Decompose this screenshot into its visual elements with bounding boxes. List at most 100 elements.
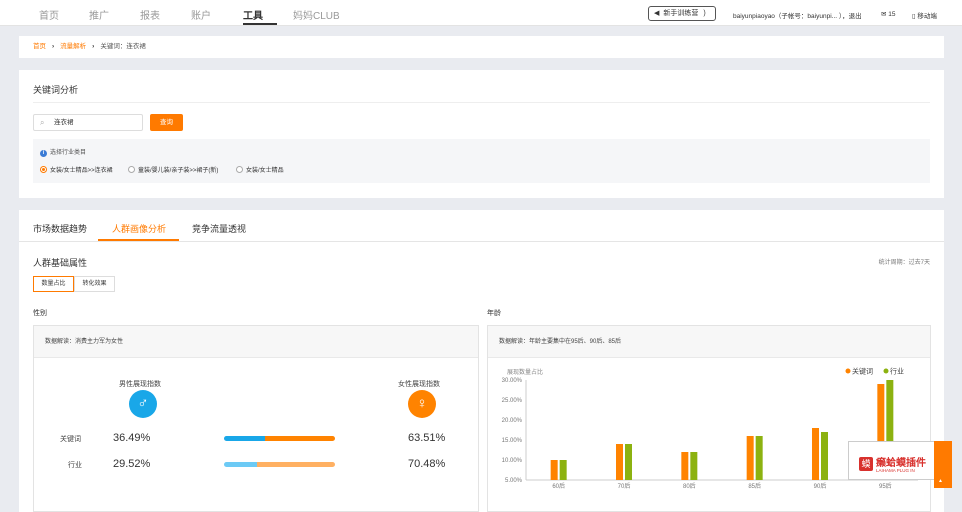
keyword-panel: 关键词分析 ⌕ 连衣裙 查询 i 选择行业类目 女装/女士精品>>连衣裙 童装/婴儿… [19,70,944,198]
gender-bar-industry [224,462,335,467]
male-share-fill [224,436,265,441]
breadcrumb: 首页 › 流量解析 › 关键词：连衣裙 [19,36,944,58]
gender-bar-keyword [224,436,335,441]
category-option-label: 女装/女士精品 [246,168,284,174]
female-share-fill [264,436,335,441]
legend-dot [845,368,851,374]
stat-period: 统计周期：过去7天 [878,260,930,266]
keyword-search-input[interactable]: ⌕ 连衣裙 [33,114,143,131]
category-option-womens[interactable]: 女装/女士精品 [236,165,284,174]
legend-label: 行业 [890,367,904,376]
category-option-dress[interactable]: 女装/女士精品>>连衣裙 [40,165,113,174]
nav-active-indicator [243,23,277,25]
radio-icon [128,166,135,173]
chevron-right-icon: ) [703,10,706,17]
chevron-right-icon: › [52,43,55,50]
tab-competition-traffic[interactable]: 竞争流量透视 [192,222,246,235]
male-pct-industry: 29.52% [113,458,151,470]
send-icon: ◀ [654,10,660,17]
y-tick-label: 25.00% [502,398,523,404]
age-note: 数据解读：年龄主要集中在95后、90后、85后 [488,326,930,358]
keyword-panel-title: 关键词分析 [33,85,79,95]
phone-icon: ▯ [912,13,916,20]
bar-keyword [746,436,754,480]
messages-count: 15 [888,11,896,18]
category-selector: i 选择行业类目 女装/女士精品>>连衣裙 童装/婴儿装/亲子装>>裙子(新) 女… [33,139,930,183]
plugin-widget[interactable]: 蟆 癞蛤蟆插件 LAIHAMA PLUG IN ⧉ [848,441,948,480]
keyword-search-value: 连衣裙 [54,119,74,126]
plugin-subtitle: LAIHAMA PLUG IN [876,468,915,473]
bar-keyword [616,444,623,480]
tab-crowd-portrait[interactable]: 人群画像分析 [112,222,166,235]
male-icon: ♂ [129,390,157,418]
mail-icon: ✉ [881,11,887,18]
female-pct-industry: 70.48% [408,458,446,470]
plugin-name: 癞蛤蟆插件 [876,458,926,469]
bar-industry [755,436,763,480]
male-pct-keyword: 36.49% [113,432,151,444]
x-tick-label: 90后 [814,482,827,490]
age-chart: 展现数量占比 30.00% 25.00% 20.00% 15.00% 10.00% 5.00… [502,367,918,490]
tab-market-trend[interactable]: 市场数据趋势 [33,222,87,235]
row-label-keyword: 关键词 [60,436,81,443]
search-icon: ⌕ [40,118,45,127]
nav-promote[interactable]: 推广 [89,7,109,22]
breadcrumb-current: 关键词：连衣裙 [100,43,146,50]
bar-keyword [681,452,689,480]
female-pct-keyword: 63.51% [408,432,446,444]
train-camp-label: 新手训练营 [663,10,699,17]
radio-icon [236,166,243,173]
female-icon: ♀ [408,390,436,418]
train-camp-button[interactable]: ◀ 新手训练营) [648,6,716,21]
y-tick-label: 30.00% [502,378,523,384]
category-label-row: i 选择行业类目 [40,147,86,157]
gender-box: 数据解读：消费主力军为女性 男性展现指数 ♂ 女性展现指数 ♀ 关键词 36.4… [33,325,479,512]
segment-quantity-share[interactable]: 数量占比 [33,276,74,292]
side-feedback-button[interactable]: ▲ [934,441,952,488]
bar-industry [690,452,698,480]
y-tick-label: 15.00% [502,438,523,444]
section-title: 人群基础属性 [33,258,88,268]
y-tick-label: 5.00% [505,478,523,484]
mobile-link[interactable]: ▯ 移动端 [912,10,937,20]
x-tick-label: 70后 [618,482,631,490]
category-option-label: 童装/婴儿装/亲子装>>裙子(新) [138,168,219,174]
nav-mama-club[interactable]: 妈妈CLUB [293,7,340,22]
category-option-label: 女装/女士精品>>连衣裙 [50,168,113,174]
male-share-fill [224,462,257,467]
bar-industry [625,444,632,480]
row-label-industry: 行业 [68,462,82,469]
age-box: 数据解读：年龄主要集中在95后、90后、85后 展现数量占比 30.00% 25.0… [487,325,931,512]
age-title: 年龄 [487,310,501,317]
female-share-fill [256,462,335,467]
category-option-kids-skirt[interactable]: 童装/婴儿装/亲子装>>裙子(新) [128,165,218,174]
nav-account[interactable]: 账户 [191,7,211,22]
y-axis-label: 展现数量占比 [507,368,543,376]
tab-active-indicator [98,239,179,241]
chevron-right-icon: › [92,43,95,50]
gender-note: 数据解读：消费主力军为女性 [34,326,478,358]
nav-tools[interactable]: 工具 [243,7,263,22]
tab-divider [19,241,944,242]
x-tick-label: 80后 [683,482,696,490]
breadcrumb-traffic[interactable]: 流量解析 [60,43,86,50]
x-tick-label: 95后 [879,482,892,490]
breadcrumb-home[interactable]: 首页 [33,43,46,50]
user-info[interactable]: baiyunpiaoyao（子帐号：baiyunpi... ），退出 [733,10,862,20]
messages-link[interactable]: ✉ 15 [881,10,896,18]
toad-logo: 蟆 [859,457,873,471]
analysis-panel: 市场数据趋势 人群画像分析 竞争流量透视 人群基础属性 统计周期：过去7天 数量… [19,210,944,512]
x-tick-label: 60后 [552,482,565,490]
mobile-label: 移动端 [917,13,937,20]
divider [33,102,930,103]
side-button-mark: ▲ [938,478,943,484]
query-button[interactable]: 查询 [150,114,183,131]
nav-home[interactable]: 首页 [39,7,59,22]
nav-reports[interactable]: 报表 [140,7,160,22]
radio-selected-icon [40,166,47,173]
bar-industry [559,460,567,480]
segment-conversion[interactable]: 转化效果 [74,276,115,292]
bar-keyword [812,428,819,480]
female-index-label: 女性展现指数 [398,381,440,388]
bar-industry [821,432,828,480]
